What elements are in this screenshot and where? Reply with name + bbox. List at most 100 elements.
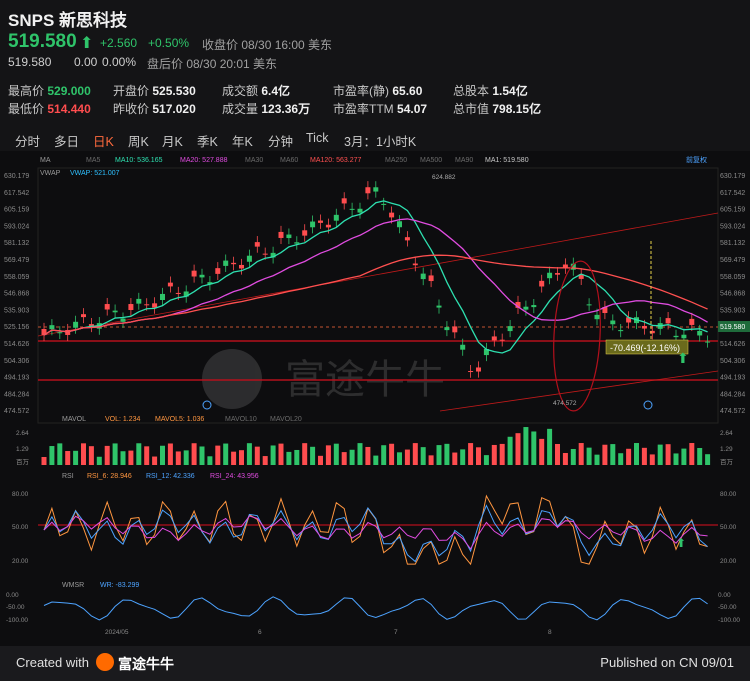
candle-body — [73, 321, 79, 328]
green-up-arrow-icon: ⬆ — [677, 350, 689, 366]
ma20-line — [43, 218, 708, 336]
ma120-legend: MA120: 563.277 — [310, 157, 361, 164]
candlestick-chart[interactable]: MA MA5 MA10: 536.165 MA20: 527.888 MA30 … — [0, 151, 750, 646]
volume-bar — [73, 450, 79, 465]
candle-body — [128, 304, 134, 311]
price-axis-label-right: 484.284 — [720, 391, 745, 398]
wmsr-axis-label-left: -50.00 — [6, 604, 25, 611]
last-price: 519.580 — [8, 31, 77, 52]
candle-body — [310, 221, 316, 228]
tab-weekly-k[interactable]: 周K — [128, 131, 149, 150]
pe-static-label: 市盈率(静) — [333, 84, 389, 98]
price-axis-label-left: 494.193 — [4, 375, 29, 382]
candle-body — [81, 314, 86, 318]
ma10-line — [43, 200, 708, 354]
candle-body — [294, 242, 300, 244]
candle-body — [428, 275, 434, 282]
rsi-up-arrow-icon: ⬆ — [676, 536, 686, 550]
wmsr-axis-label-right: 0.00 — [718, 592, 731, 599]
candle-body — [333, 214, 339, 221]
volume-bar — [476, 447, 481, 465]
candle-body — [665, 318, 671, 324]
volume-bar — [586, 447, 592, 465]
rsi-axis-label-right: 80.00 — [720, 491, 737, 498]
volume-bar — [357, 443, 363, 465]
volume-bar — [310, 446, 316, 465]
price-axis-label-left: 605.159 — [4, 207, 29, 214]
candle-body — [460, 344, 466, 350]
tab-multi-day[interactable]: 多日 — [54, 131, 79, 150]
created-with-label: Created with — [16, 655, 89, 670]
ma5-legend: MA5 — [86, 157, 101, 164]
wmsr-line — [43, 596, 708, 621]
volume-bar — [152, 456, 158, 465]
event-marker-icon[interactable] — [643, 400, 653, 410]
tab-minute[interactable]: 分钟 — [268, 131, 293, 150]
volume-bar — [444, 443, 450, 465]
vol-legend: VOL: 1.234 — [105, 416, 141, 423]
tab-monthly-k[interactable]: 月K — [162, 131, 183, 150]
volume-value: 123.36万 — [261, 102, 311, 116]
watermark-logo-icon — [202, 349, 262, 409]
price-axis-label-right: 617.542 — [720, 190, 745, 197]
volume-bar — [81, 443, 86, 465]
ma-legend: MA MA5 MA10: 536.165 MA20: 527.888 MA30 … — [40, 155, 707, 177]
wr-legend: WR: -83.299 — [100, 582, 139, 589]
price-axis-label-right: 605.159 — [720, 207, 745, 214]
candle-body — [349, 208, 355, 210]
volume-bar — [199, 446, 205, 465]
volume-bar — [397, 452, 402, 465]
price-axis-label-right: 514.626 — [720, 341, 745, 348]
volume-bar — [239, 450, 244, 465]
volume-bar — [412, 443, 418, 465]
after-hours-price: 519.580 — [8, 55, 52, 69]
wmsr-axis: 0.00 0.00 -50.00 -50.00 -100.00 -100.00 — [6, 592, 740, 624]
volume-bar — [602, 444, 608, 465]
candle-body — [215, 268, 221, 274]
wmsr-legend-title: WMSR — [62, 582, 84, 589]
price-axis-label-left: 617.542 — [4, 190, 29, 197]
event-marker-icon[interactable] — [202, 400, 212, 410]
amount-label: 成交额 — [222, 84, 259, 98]
tab-tick[interactable]: Tick — [306, 131, 328, 145]
low-label: 最低价 — [8, 102, 45, 116]
tab-3m-1h-k[interactable]: 3月：1小时K — [344, 131, 416, 150]
ma500-legend: MA500 — [420, 157, 442, 164]
mavol5-legend: MAVOL5: 1.036 — [155, 416, 204, 423]
candle-body — [389, 212, 395, 218]
adjust-toggle[interactable]: 前复权 — [686, 155, 707, 164]
ma250-legend: MA250 — [385, 157, 407, 164]
high-value: 529.000 — [47, 84, 91, 98]
volume-bar — [175, 451, 181, 465]
rsi-axis-label-left: 80.00 — [12, 491, 29, 498]
price-axis-label-right: 593.024 — [720, 223, 745, 230]
prev-close-value: 517.020 — [152, 102, 196, 116]
open-label: 开盘价 — [113, 84, 150, 98]
volume-bar — [160, 445, 165, 465]
tab-daily-k[interactable]: 日K — [93, 131, 114, 150]
volume-bar — [96, 456, 102, 465]
volume-bar — [112, 443, 118, 465]
candle-body — [618, 330, 624, 332]
price-change: +2.560 — [100, 36, 138, 50]
price-axis-label-left: 546.868 — [4, 291, 29, 298]
tab-quarterly-k[interactable]: 季K — [197, 131, 218, 150]
mavol-legend-title: MAVOL — [62, 416, 86, 423]
chart-area[interactable]: MA MA5 MA10: 536.165 MA20: 527.888 MA30 … — [0, 151, 750, 646]
volume-bar — [254, 446, 260, 465]
price-axis-label-right: 535.903 — [720, 307, 745, 314]
volume-bar — [641, 447, 647, 465]
volume-bar — [191, 443, 197, 465]
ma60-legend: MA60 — [280, 157, 298, 164]
market-cap-value: 798.15亿 — [492, 102, 542, 116]
volume-bar — [649, 454, 655, 465]
candle-body — [254, 242, 260, 247]
candle-body — [246, 255, 252, 262]
tab-intraday[interactable]: 分时 — [15, 131, 40, 150]
volume-bar — [705, 454, 711, 465]
tab-yearly-k[interactable]: 年K — [232, 131, 253, 150]
measure-label: -70.469(-12.16%) — [610, 343, 680, 353]
after-hours-pct: 0.00% — [102, 55, 137, 69]
volume-bar — [539, 438, 545, 465]
candle-body — [167, 282, 173, 287]
